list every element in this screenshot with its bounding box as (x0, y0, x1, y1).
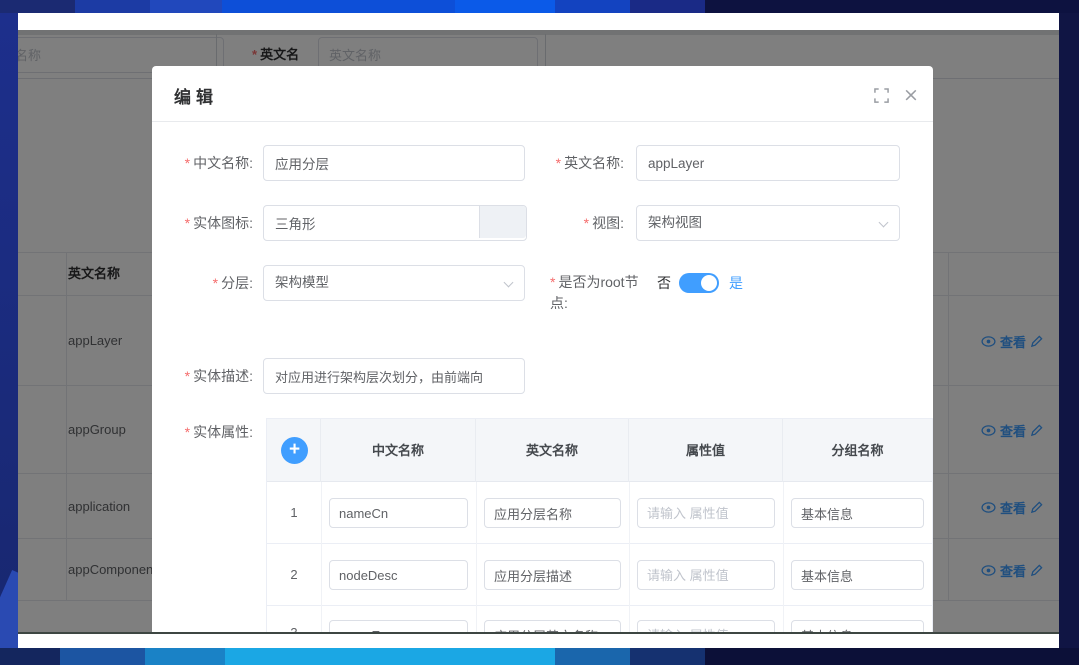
decor-bottom-band (0, 648, 60, 665)
cell-border (783, 544, 784, 606)
entity-attrs-label: *实体属性: (152, 414, 253, 450)
attr-cn-input[interactable] (329, 498, 468, 528)
decor-top-band (555, 0, 630, 13)
entity-desc-input[interactable] (263, 358, 525, 394)
switch-on-text: 是 (729, 273, 743, 293)
col-header-cn-name: 中文名称 (321, 419, 476, 482)
attribute-row: 3 (267, 606, 932, 632)
attr-en-input[interactable] (484, 560, 621, 590)
is-root-label: *是否为root节点: (550, 272, 652, 314)
decor-bottom-band (225, 648, 555, 665)
app-window: *英文名 英文名称 appLayer appGroup application … (18, 13, 1059, 648)
required-mark: * (185, 215, 190, 231)
cell-border (629, 482, 630, 544)
required-mark: * (556, 155, 561, 171)
attr-group-input[interactable] (791, 498, 924, 528)
layer-select-value: 架构模型 (275, 275, 329, 290)
row-index: 1 (267, 482, 321, 544)
row-index: 2 (267, 544, 321, 606)
edit-dialog: 编辑 × *中文名称: *英文名称: *实体图标: (152, 66, 933, 632)
decor-top-band (0, 0, 75, 13)
attr-group-input[interactable] (791, 620, 924, 632)
decor-top-band (150, 0, 222, 13)
cell-border (476, 544, 477, 606)
cell-border (476, 606, 477, 632)
col-header-attr-value: 属性值 (629, 419, 783, 482)
entity-desc-label: *实体描述: (152, 358, 253, 394)
attr-value-input[interactable] (637, 498, 775, 528)
required-mark: * (584, 215, 589, 231)
attr-value-input[interactable] (637, 560, 775, 590)
required-mark: * (185, 424, 190, 440)
entity-icon-label: *实体图标: (152, 205, 253, 241)
view-label: *视图: (482, 205, 624, 241)
attr-cn-input[interactable] (329, 620, 468, 632)
dialog-header: 编辑 × (152, 66, 933, 122)
attr-cn-input[interactable] (329, 560, 468, 590)
cell-border (629, 544, 630, 606)
decor-bottom-band (60, 648, 145, 665)
required-mark: * (550, 274, 555, 290)
decor-top-band (705, 0, 1079, 13)
decor-diagonal (0, 570, 18, 648)
switch-off-text: 否 (657, 273, 671, 293)
decor-top-band (222, 0, 455, 13)
decor-left-band (0, 13, 18, 648)
decor-bottom-band (145, 648, 225, 665)
chevron-down-icon (879, 218, 889, 228)
is-root-toggle[interactable] (679, 273, 719, 293)
cell-border (783, 606, 784, 632)
cell-border (321, 482, 322, 544)
required-mark: * (213, 275, 218, 291)
cell-border (321, 544, 322, 606)
name-en-input[interactable] (636, 145, 900, 181)
required-mark: * (185, 155, 190, 171)
attr-en-input[interactable] (484, 620, 621, 632)
view-select[interactable]: 架构视图 (636, 205, 900, 241)
cell-border (783, 482, 784, 544)
row-index: 3 (267, 606, 321, 632)
name-en-label: *英文名称: (482, 145, 624, 181)
view-select-value: 架构视图 (648, 215, 702, 230)
fullscreen-icon[interactable] (874, 88, 890, 104)
cell-border (476, 482, 477, 544)
attr-en-input[interactable] (484, 498, 621, 528)
attributes-table-header: + 中文名称 英文名称 属性值 分组名称 (267, 419, 932, 482)
close-icon[interactable]: × (903, 88, 919, 104)
decor-bottom-band (705, 648, 1079, 665)
chevron-down-icon (504, 278, 514, 288)
col-header-group-name: 分组名称 (783, 419, 932, 482)
attribute-row: 1 (267, 482, 932, 544)
attr-value-input[interactable] (637, 620, 775, 632)
layer-label: *分层: (152, 265, 253, 301)
decor-top-band (455, 0, 555, 13)
add-attribute-button[interactable]: + (281, 437, 308, 464)
decor-top-band (75, 0, 150, 13)
page-viewport: *英文名 英文名称 appLayer appGroup application … (18, 30, 1059, 632)
attribute-row: 2 (267, 544, 932, 606)
window-bottom-strip (18, 632, 1059, 648)
dialog-title: 编辑 (174, 83, 218, 108)
decor-bottom-band (555, 648, 630, 665)
add-column-header: + (267, 419, 321, 482)
cell-border (629, 606, 630, 632)
decor-bottom-band (630, 648, 705, 665)
col-header-en-name: 英文名称 (476, 419, 629, 482)
attributes-table: + 中文名称 英文名称 属性值 分组名称 1 (266, 418, 933, 632)
cell-border (321, 606, 322, 632)
decor-top-band (630, 0, 705, 13)
decor-right-band (1059, 13, 1079, 648)
name-cn-label: *中文名称: (152, 145, 253, 181)
toggle-knob (701, 275, 717, 291)
attr-group-input[interactable] (791, 560, 924, 590)
layer-select[interactable]: 架构模型 (263, 265, 525, 301)
required-mark: * (185, 368, 190, 384)
